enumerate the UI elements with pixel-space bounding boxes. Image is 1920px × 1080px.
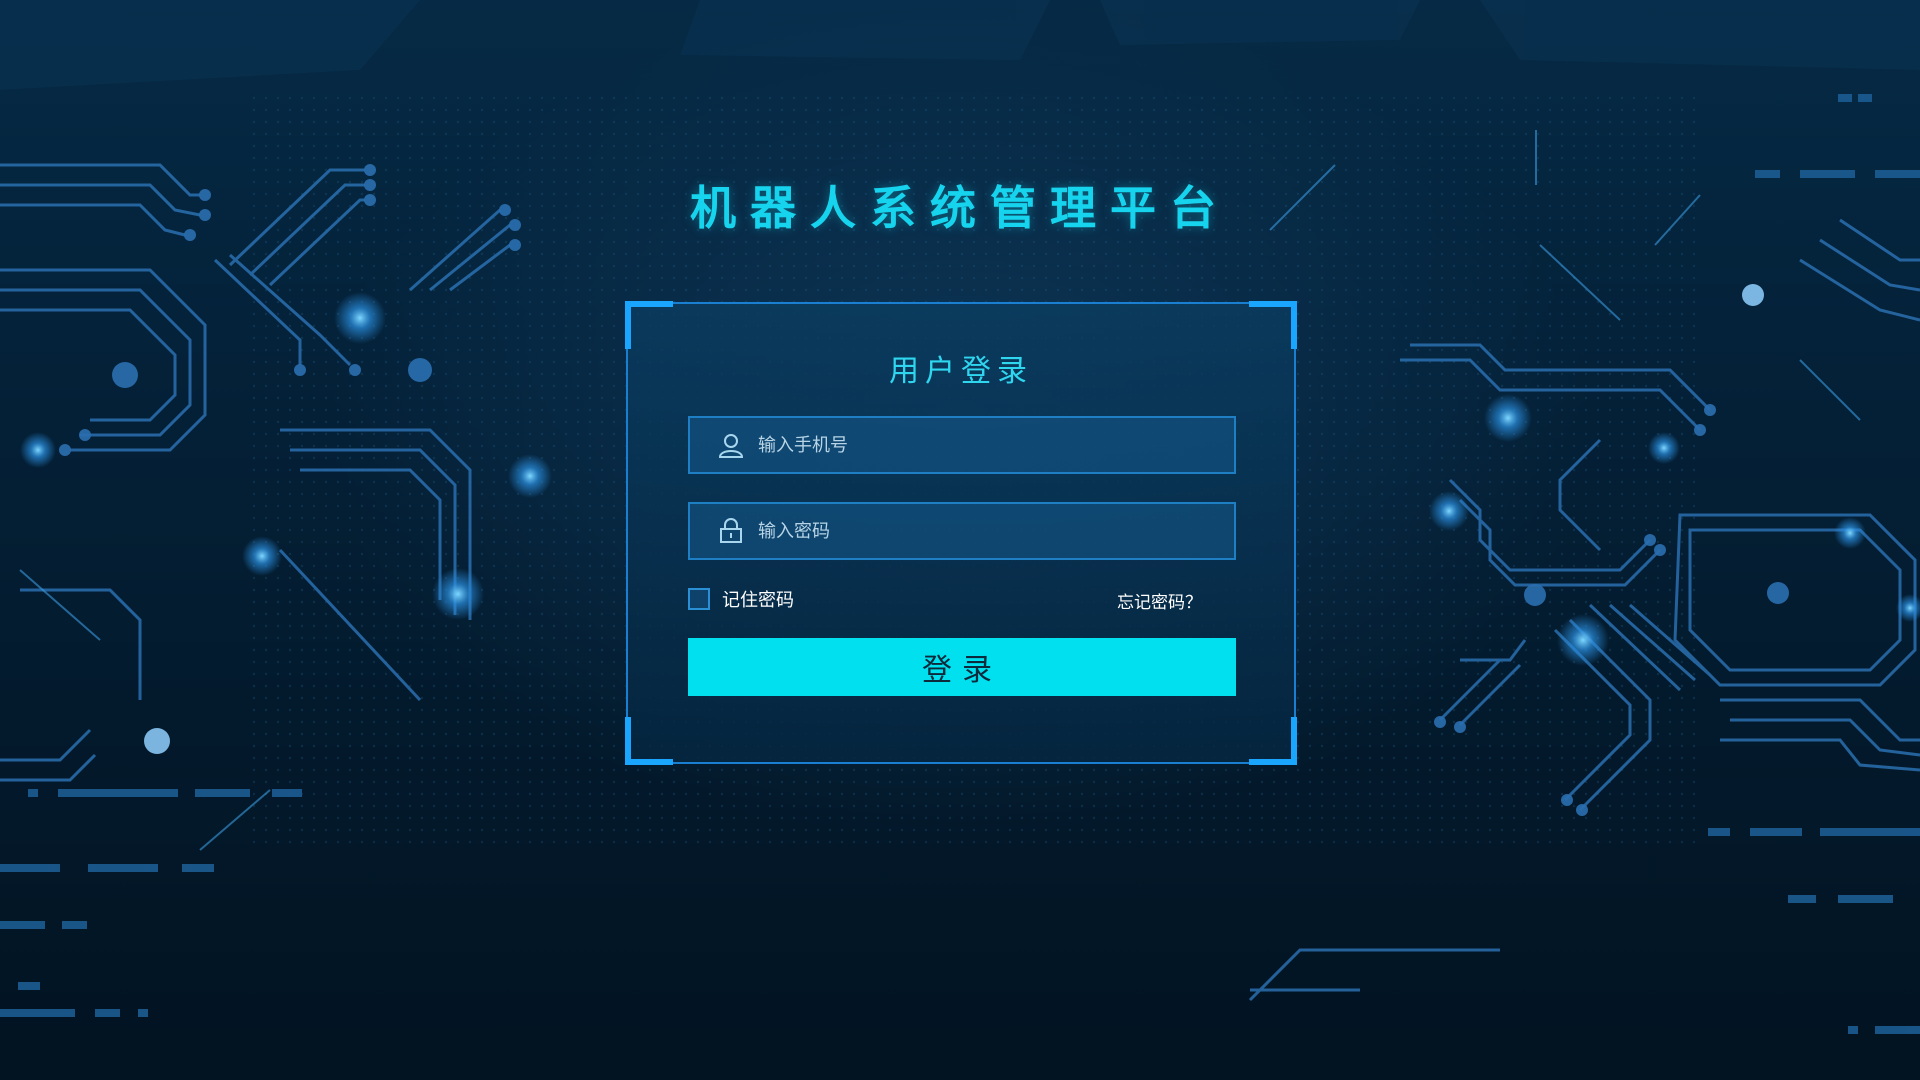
panel-corner-top-right — [1249, 301, 1297, 349]
lock-icon — [716, 516, 746, 546]
remember-checkbox[interactable] — [688, 588, 710, 610]
panel-corner-bottom-right — [1249, 717, 1297, 765]
login-panel: 用户登录 记住密码 忘记密码？ — [625, 301, 1297, 765]
forgot-password-link[interactable]: 忘记密码？ — [1117, 588, 1202, 613]
panel-corner-bottom-left — [625, 717, 673, 765]
phone-field[interactable] — [688, 416, 1236, 474]
remember-password[interactable]: 记住密码 — [688, 586, 794, 612]
password-input[interactable] — [758, 504, 1234, 558]
user-icon — [716, 430, 746, 460]
page-title: 机器人系统管理平台 — [690, 181, 1230, 235]
password-field[interactable] — [688, 502, 1236, 560]
login-button[interactable]: 登录 — [688, 638, 1236, 696]
panel-corner-top-left — [625, 301, 673, 349]
login-heading: 用户登录 — [889, 354, 1033, 389]
login-page: 机器人系统管理平台 用户登录 输入手机号 记住密码 忘记密码？ 登录 — [0, 0, 1920, 1080]
phone-input[interactable] — [758, 418, 1234, 472]
remember-label: 记住密码 — [722, 590, 794, 611]
